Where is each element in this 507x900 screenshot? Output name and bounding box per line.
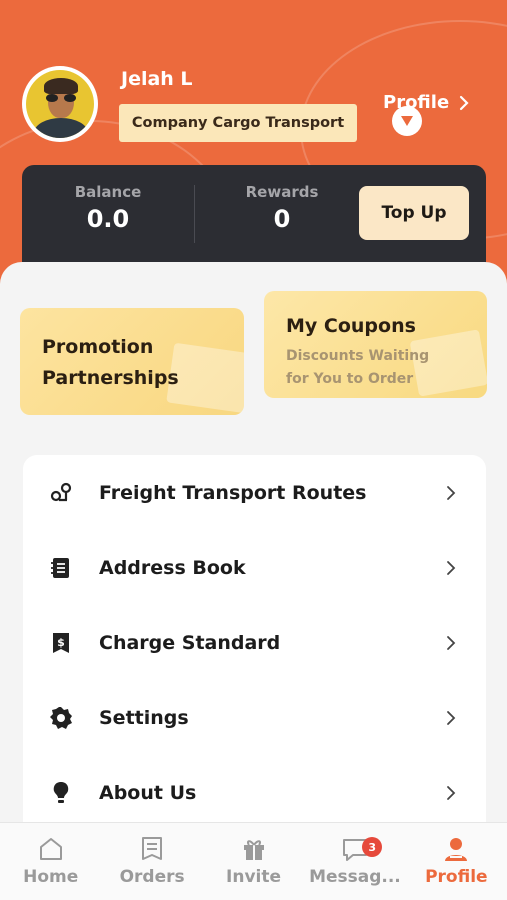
promotion-title: Promotion Partnerships — [42, 336, 179, 389]
bottom-tab-bar: Home Orders Invite 3 Messag... Profile — [0, 822, 507, 900]
coupons-subtitle: Discounts Waiting for You to Order — [286, 348, 430, 387]
route-icon — [49, 481, 73, 505]
unread-badge: 3 — [362, 837, 383, 857]
menu-item-about-us[interactable]: About Us — [23, 755, 486, 830]
top-up-button[interactable]: Top Up — [359, 186, 469, 240]
company-badge: Company Cargo Transport — [119, 104, 357, 142]
chevron-right-icon — [444, 560, 458, 575]
profile-icon — [442, 835, 470, 863]
chevron-right-icon — [444, 485, 458, 500]
tab-messages[interactable]: 3 Messag... — [304, 823, 405, 900]
coupons-card[interactable]: My Coupons Discounts Waiting for You to … — [264, 291, 487, 398]
avatar[interactable] — [22, 66, 98, 142]
tab-profile[interactable]: Profile — [406, 823, 507, 900]
tab-invite[interactable]: Invite — [203, 823, 304, 900]
price-tag-icon: $ — [49, 631, 73, 655]
tab-orders[interactable]: Orders — [101, 823, 202, 900]
rewards-value: 0 — [273, 205, 291, 233]
tab-label: Orders — [119, 867, 185, 887]
chevron-right-icon — [444, 635, 458, 650]
chevron-right-icon — [444, 710, 458, 725]
menu-item-label: About Us — [99, 781, 197, 804]
rewards-label: Rewards — [245, 183, 319, 201]
coupons-title: My Coupons — [286, 315, 416, 337]
tab-label: Home — [23, 867, 79, 887]
tab-home[interactable]: Home — [0, 823, 101, 900]
menu-item-label: Charge Standard — [99, 631, 281, 654]
tab-label: Messag... — [309, 867, 401, 887]
chevron-right-icon — [444, 785, 458, 800]
menu-item-settings[interactable]: Settings — [23, 680, 486, 755]
balance-label: Balance — [74, 183, 142, 201]
menu-item-label: Freight Transport Routes — [99, 481, 367, 504]
avatar-photo — [26, 70, 94, 138]
stat-divider — [194, 185, 195, 243]
menu-item-charge-standard[interactable]: $ Charge Standard — [23, 605, 486, 680]
orders-icon — [138, 835, 166, 863]
home-icon — [37, 835, 65, 863]
menu-item-label: Address Book — [99, 556, 246, 579]
wallet-card: Balance 0.0 Rewards 0 Top Up — [22, 165, 486, 265]
svg-text:$: $ — [57, 636, 65, 649]
gear-icon — [49, 706, 73, 730]
lightbulb-icon — [49, 781, 73, 805]
rewards-stat[interactable]: Rewards 0 — [207, 183, 357, 233]
balance-stat[interactable]: Balance 0.0 — [33, 183, 183, 233]
balance-value: 0.0 — [86, 205, 130, 233]
gift-icon — [240, 835, 268, 863]
location-pin-icon — [392, 106, 422, 136]
user-name: Jelah L — [121, 68, 193, 90]
promotion-card[interactable]: Promotion Partnerships — [20, 308, 244, 415]
tab-label: Invite — [226, 867, 282, 887]
chevron-right-icon — [460, 95, 469, 110]
tab-label: Profile — [425, 867, 488, 887]
menu-item-address-book[interactable]: Address Book — [23, 530, 486, 605]
settings-menu: Freight Transport Routes Address Book $ … — [23, 455, 486, 835]
address-book-icon — [49, 556, 73, 580]
menu-item-label: Settings — [99, 706, 189, 729]
menu-item-freight-routes[interactable]: Freight Transport Routes — [23, 455, 486, 530]
